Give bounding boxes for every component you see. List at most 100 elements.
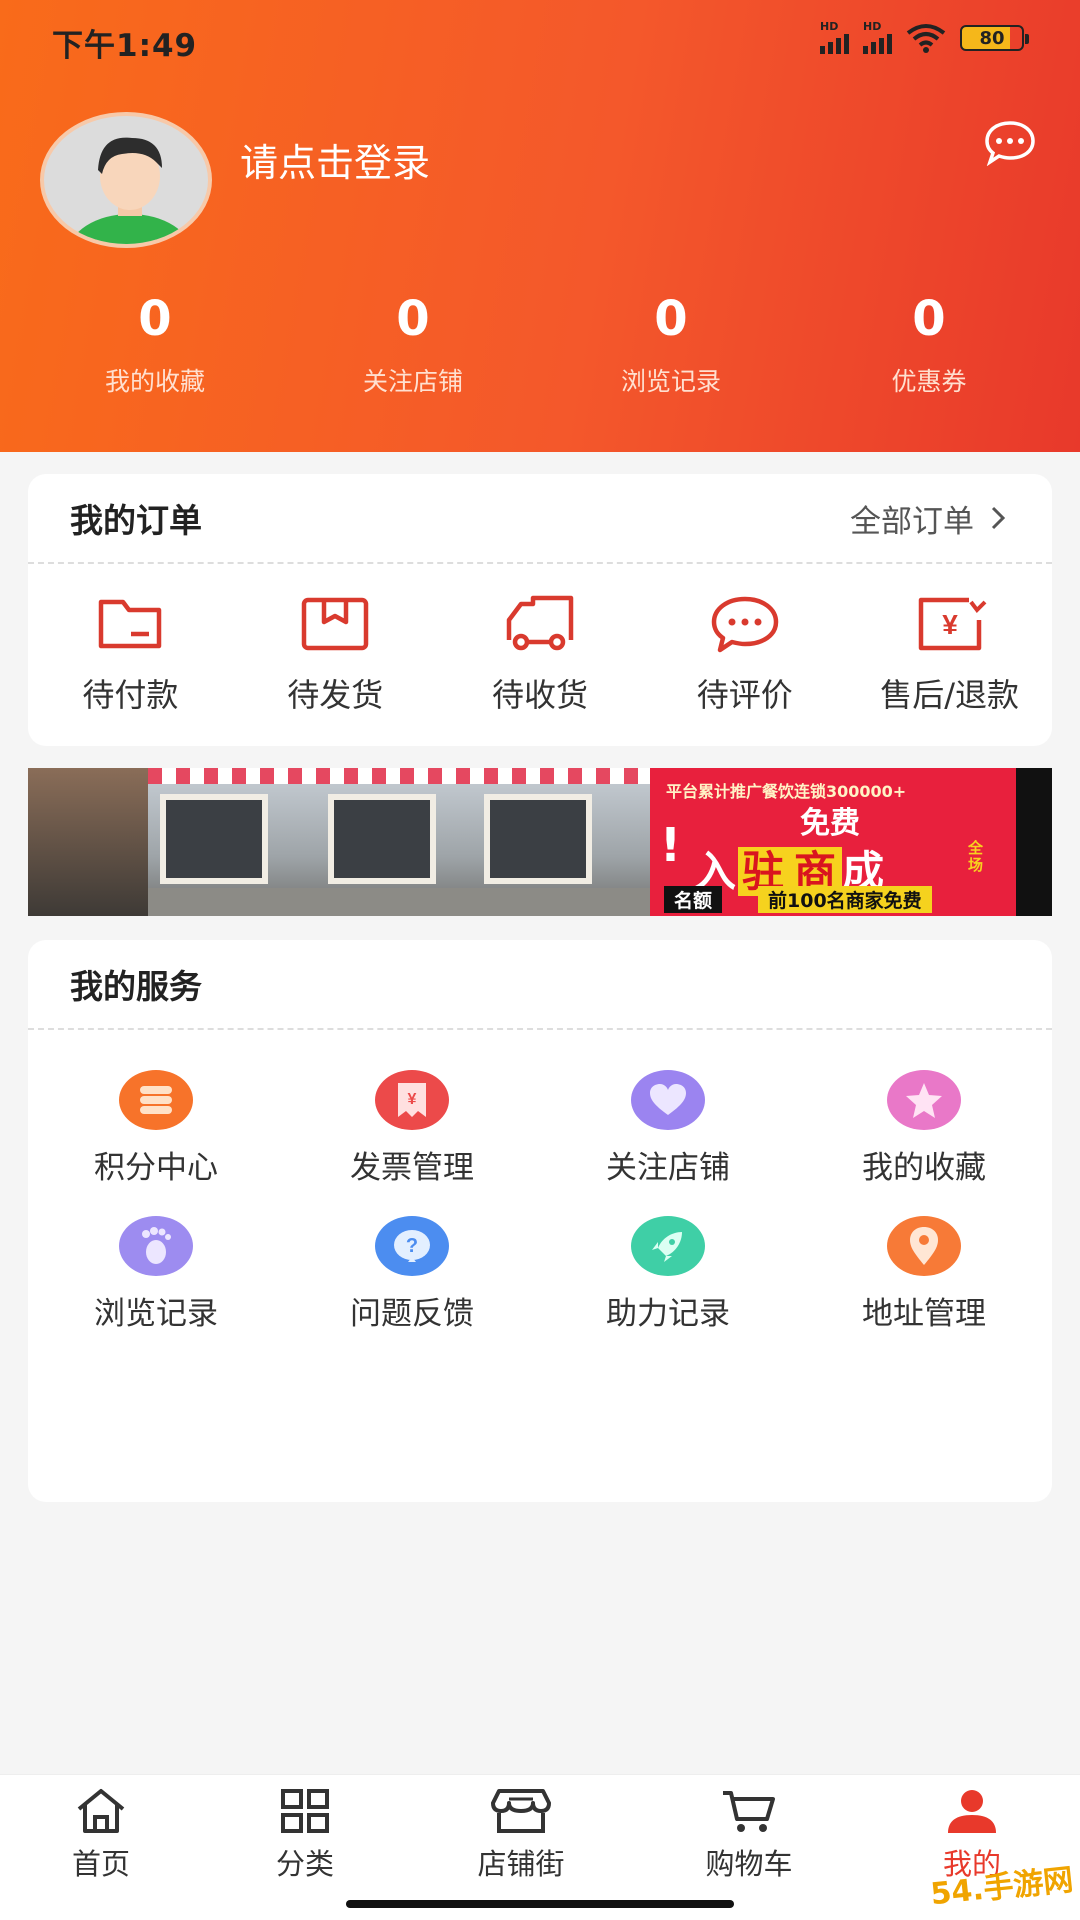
stat-label: 优惠券 <box>891 367 967 396</box>
status-icons: HD HD 80 <box>820 20 1029 54</box>
svg-text:?: ? <box>406 1235 418 1257</box>
status-time: 下午1:49 <box>52 28 198 64</box>
service-browse-history[interactable]: 浏览记录 <box>28 1216 284 1362</box>
stat-value: 0 <box>396 291 430 347</box>
status-bar: 下午1:49 HD HD 80 <box>0 0 1080 80</box>
tab-category[interactable]: 分类 <box>202 1775 408 1920</box>
store-icon <box>491 1789 551 1833</box>
service-label: 助力记录 <box>606 1296 730 1332</box>
stats-row: 0 我的收藏 0 关注店铺 0 浏览记录 0 优惠券 <box>0 290 1080 398</box>
all-orders-link[interactable]: 全部订单 <box>850 496 1006 541</box>
truck-icon <box>506 595 574 651</box>
stat-history[interactable]: 0 浏览记录 <box>542 290 800 398</box>
promo-panel: 平台累计推广餐饮连锁300000+ ! 免费 入驻 商成 全场 名额 前100名商… <box>650 768 1016 916</box>
order-pending-review[interactable]: 待评价 <box>642 594 847 716</box>
service-feedback[interactable]: ? 问题反馈 <box>284 1216 540 1362</box>
banner-quota-text: 名额 <box>664 886 723 913</box>
avatar[interactable] <box>40 112 212 248</box>
wifi-icon <box>906 24 946 53</box>
stat-value: 0 <box>654 291 688 347</box>
order-label: 售后/退款 <box>880 676 1019 714</box>
battery-icon: 80 <box>960 25 1029 51</box>
svg-text:¥: ¥ <box>942 609 958 640</box>
signal-icon: HD <box>863 20 892 54</box>
signal-icon: HD <box>820 20 849 54</box>
order-status-row: 待付款 待发货 待收货 待评价 ¥ 售后/退款 <box>28 564 1052 716</box>
tab-label: 分类 <box>275 1847 334 1881</box>
user-icon <box>948 1790 996 1833</box>
promo-banner[interactable]: 平台累计推广餐饮连锁300000+ ! 免费 入驻 商成 全场 名额 前100名商… <box>28 768 1052 916</box>
question-icon: ? <box>375 1216 449 1276</box>
storefront-photo <box>28 768 650 916</box>
banner-top-text: 平台累计推广餐饮连锁300000+ <box>666 782 907 801</box>
home-indicator[interactable] <box>346 1900 734 1908</box>
order-label: 待评价 <box>696 676 793 714</box>
order-pending-shipment[interactable]: 待发货 <box>233 594 438 716</box>
order-pending-payment[interactable]: 待付款 <box>28 594 233 716</box>
service-label: 问题反馈 <box>350 1296 474 1332</box>
service-label: 地址管理 <box>862 1296 986 1332</box>
service-assist-records[interactable]: 助力记录 <box>540 1216 796 1362</box>
orders-card: 我的订单 全部订单 待付款 待发货 待收货 待评价 ¥ 售后/退款 <box>28 474 1052 746</box>
stat-favorites[interactable]: 0 我的收藏 <box>26 290 284 398</box>
grid-icon <box>281 1789 329 1833</box>
order-after-sale[interactable]: ¥ 售后/退款 <box>847 594 1052 716</box>
service-address[interactable]: 地址管理 <box>796 1216 1052 1362</box>
tab-cart[interactable]: 购物车 <box>634 1775 864 1920</box>
footprint-icon <box>119 1216 193 1276</box>
star-icon <box>887 1070 961 1130</box>
battery-level: 80 <box>979 27 1005 49</box>
invoice-icon: ¥ <box>375 1070 449 1130</box>
box-icon <box>301 597 369 651</box>
service-invoice[interactable]: ¥ 发票管理 <box>284 1070 540 1216</box>
stat-value: 0 <box>138 291 172 347</box>
stat-label: 我的收藏 <box>104 367 205 396</box>
orders-title: 我的订单 <box>70 501 202 540</box>
default-avatar-icon <box>69 137 191 244</box>
service-followed-stores[interactable]: 关注店铺 <box>540 1070 796 1216</box>
services-card: 我的服务 积分中心 ¥ 发票管理 关注店铺 我的收藏 浏览记录 ? 问题反馈 助… <box>28 940 1052 1502</box>
tab-label: 首页 <box>71 1847 130 1881</box>
rocket-icon <box>631 1216 705 1276</box>
stat-label: 浏览记录 <box>620 367 721 396</box>
all-orders-label: 全部订单 <box>850 503 974 540</box>
service-label: 关注店铺 <box>606 1150 730 1186</box>
services-title: 我的服务 <box>70 967 202 1006</box>
service-points-center[interactable]: 积分中心 <box>28 1070 284 1216</box>
tab-store-street[interactable]: 店铺街 <box>408 1775 634 1920</box>
stat-label: 关注店铺 <box>362 367 463 396</box>
banner-free-text: 免费 <box>800 806 860 841</box>
chevron-right-icon <box>991 506 1006 530</box>
heart-icon <box>631 1070 705 1130</box>
svg-text:¥: ¥ <box>408 1091 417 1108</box>
stat-coupons[interactable]: 0 优惠券 <box>800 290 1058 398</box>
service-label: 我的收藏 <box>862 1150 986 1186</box>
tab-label: 购物车 <box>705 1847 793 1881</box>
tab-label: 店铺街 <box>477 1847 565 1881</box>
stat-followed-stores[interactable]: 0 关注店铺 <box>284 290 542 398</box>
login-prompt[interactable]: 请点击登录 <box>240 132 430 187</box>
order-pending-receipt[interactable]: 待收货 <box>438 594 643 716</box>
services-header: 我的服务 <box>28 940 1052 1030</box>
message-icon[interactable] <box>984 120 1036 166</box>
services-grid: 积分中心 ¥ 发票管理 关注店铺 我的收藏 浏览记录 ? 问题反馈 助力记录 地… <box>28 1030 1052 1362</box>
banner-side-text: 全场 <box>968 839 984 874</box>
service-favorites[interactable]: 我的收藏 <box>796 1070 1052 1216</box>
network-type-label: HD <box>863 20 882 33</box>
orders-header: 我的订单 全部订单 <box>28 474 1052 564</box>
service-label: 浏览记录 <box>94 1296 218 1332</box>
cart-icon <box>723 1791 775 1832</box>
bottom-tab-bar: 首页 分类 店铺街 购物车 我的 <box>0 1774 1080 1920</box>
banner-exclamation-icon: ! <box>660 818 681 872</box>
service-label: 积分中心 <box>94 1150 218 1186</box>
profile-header: 下午1:49 HD HD 80 请点击登录 0 我的收藏 0 关注店铺 0 浏览… <box>0 0 1080 452</box>
refund-icon: ¥ <box>918 597 986 651</box>
stat-value: 0 <box>912 291 946 347</box>
network-type-label: HD <box>820 20 839 33</box>
location-icon <box>887 1216 961 1276</box>
tab-home[interactable]: 首页 <box>0 1775 202 1920</box>
banner-bottom-text: 前100名商家免费 <box>758 886 932 913</box>
wallet-icon <box>99 599 162 649</box>
home-icon <box>77 1789 125 1833</box>
order-label: 待发货 <box>287 676 384 714</box>
